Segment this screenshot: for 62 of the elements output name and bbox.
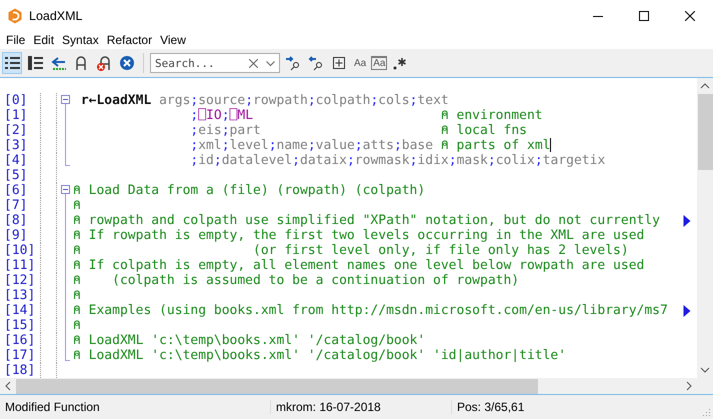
menu-item[interactable]: View: [156, 33, 190, 47]
code-line: r←LoadXML args;source;rowpath;colpath;cols;text: [80, 93, 449, 108]
line-number: [4]: [3, 153, 28, 168]
code-line: ;id;datalevel;dataix;rowmask;idix;mask;colix;targetix: [189, 153, 606, 168]
whole-word-button[interactable]: Aa: [371, 56, 388, 70]
code-line: ⍝ If rowpath is empty, the first two levels occurring in the XML are used: [73, 228, 644, 243]
line-number: [17]: [3, 348, 36, 363]
status-text: Pos: 3/65,61: [451, 400, 701, 414]
menu-item[interactable]: Refactor: [102, 33, 156, 47]
code-line: ⍝: [73, 318, 81, 333]
line-number: [12]: [3, 273, 36, 288]
code-line: ;eis;part ⍝ local fns: [189, 123, 527, 138]
collapse-icon[interactable]: [61, 95, 70, 104]
line-number: [1]: [3, 108, 28, 123]
status-text: Modified Function: [4, 400, 101, 414]
line-number: [8]: [3, 213, 28, 228]
menu-item[interactable]: Edit: [29, 33, 58, 47]
dropdown-icon[interactable]: [266, 60, 275, 66]
code-line: ⍝ Examples (using books.xml from http://msdn.microsoft.com/en-us/library/ms7: [73, 303, 668, 318]
line-number: [10]: [3, 243, 36, 258]
line-number: [5]: [3, 168, 28, 183]
plus-box-icon[interactable]: [333, 57, 345, 69]
code-line: ⍝ LoadXML 'c:\temp\books.xml' '/catalog/book' 'id|author|title': [73, 348, 566, 363]
menu-item[interactable]: File: [2, 33, 30, 47]
code-line: ;xml;level;name;value;atts;base ⍝ parts of xml: [189, 138, 550, 153]
line-number: [7]: [3, 198, 28, 213]
line-number: [9]: [3, 228, 28, 243]
line-number: [13]: [3, 288, 36, 303]
line-number: [14]: [3, 303, 36, 318]
code-line: ⍝: [73, 288, 81, 303]
maximize-icon[interactable]: [639, 10, 649, 20]
status-text: mkrom: 16-07-2018: [270, 400, 451, 414]
scrollbar-thumb[interactable]: [698, 94, 712, 170]
code-line: ⍝ Load Data from a (file) (rowpath) (colpath): [73, 183, 426, 198]
code-line: ⍝ LoadXML 'c:\temp\books.xml' '/catalog/book': [73, 333, 426, 348]
match-case-button[interactable]: Aa: [352, 56, 368, 70]
code-line: ;⎕IO;⎕ML ⍝ environment: [189, 108, 543, 123]
horizontal-scrollbar[interactable]: [0, 378, 713, 394]
line-number: [0]: [3, 93, 28, 108]
line-number: [16]: [3, 333, 36, 348]
close-icon[interactable]: [685, 10, 695, 20]
vertical-scrollbar[interactable]: [697, 78, 713, 378]
line-number: [18]: [3, 363, 36, 378]
line-number: [2]: [3, 123, 28, 138]
app-icon: [7, 8, 23, 24]
code-line: ⍝: [73, 198, 81, 213]
code-line: ⍝ If colpath is empty, all element names one level below rowpath are used: [73, 258, 644, 273]
window-title: LoadXML: [29, 8, 84, 22]
collapse-icon[interactable]: [61, 185, 70, 194]
line-number: [15]: [3, 318, 36, 333]
search-field[interactable]: Search...: [150, 53, 280, 73]
line-number: [3]: [3, 138, 28, 153]
line-number: [11]: [3, 258, 36, 273]
scrollbar-thumb[interactable]: [16, 378, 538, 394]
code-line: ⍝ (or first level only, if file only has 2 levels): [73, 243, 629, 258]
resize-grip-icon[interactable]: [701, 407, 711, 417]
code-line: ⍝ (colpath is assumed to be a continuation of rowpath): [73, 273, 520, 288]
clear-icon[interactable]: [249, 59, 258, 68]
code-line: ⍝ rowpath and colpath use simplified "XPath" notation, but do not currently: [73, 213, 660, 228]
line-number: [6]: [3, 183, 28, 198]
asterisk-icon[interactable]: [393, 56, 408, 70]
menu-item[interactable]: Syntax: [58, 33, 103, 47]
